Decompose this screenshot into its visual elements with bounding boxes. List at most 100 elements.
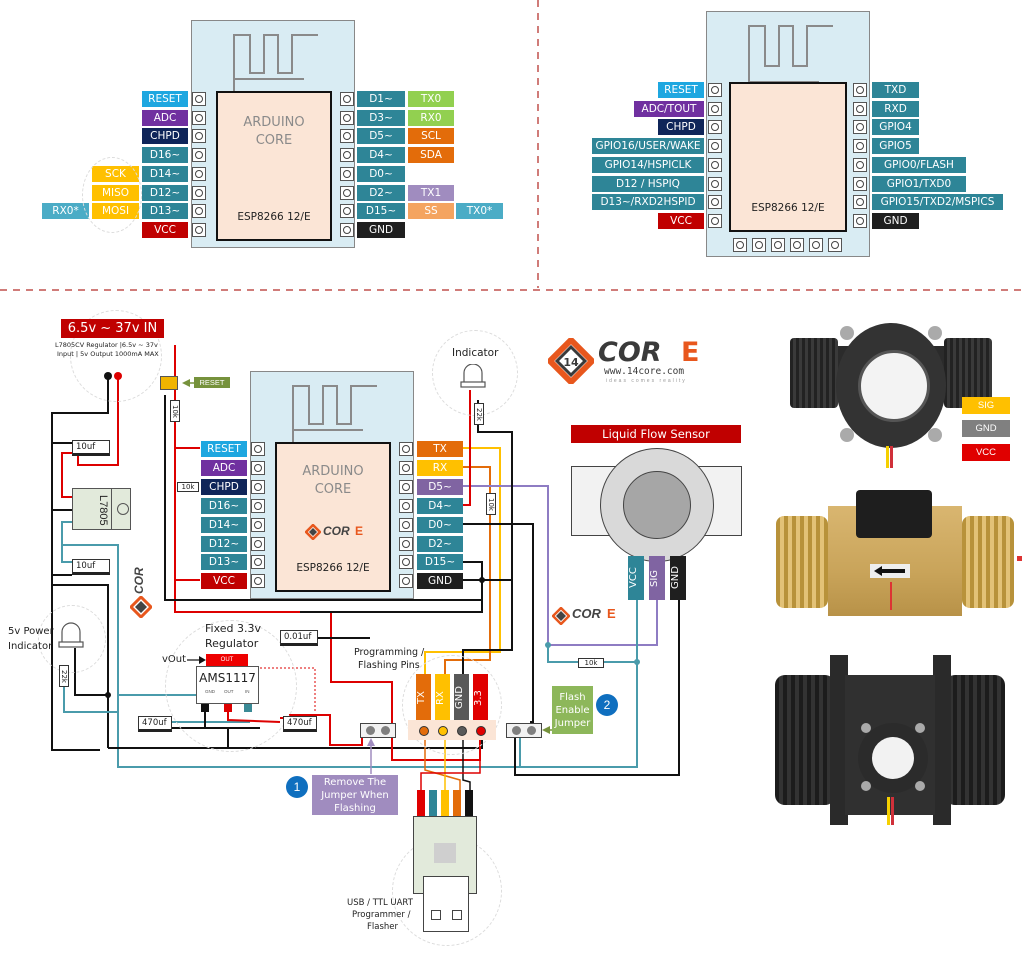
pin-pad	[340, 222, 354, 237]
pin-label: VCC	[142, 221, 188, 238]
pin-label: GPIO0/FLASH	[872, 156, 966, 173]
pin-pad	[853, 101, 867, 116]
pin-label: D12~	[201, 535, 247, 552]
pin-label: RESET	[201, 441, 247, 457]
reg-pin-gnd	[201, 704, 209, 712]
note-badge-2: 2	[596, 694, 618, 716]
pin-label: D15~	[417, 554, 463, 571]
jumper-1[interactable]	[360, 723, 396, 738]
pin-label: GPIO1/TXD0	[872, 175, 966, 192]
reg33-title-line2: Regulator	[205, 637, 259, 650]
pin-label: GND	[417, 573, 463, 590]
pin-pad	[251, 479, 265, 494]
pin-pad	[708, 120, 722, 135]
gnd-terminal	[104, 372, 112, 380]
pin-alt-label: RX0	[408, 109, 454, 126]
esp-module-top-right: ESP8266 12/E	[706, 11, 870, 257]
pin-pad	[853, 213, 867, 228]
antenna-trace-icon	[748, 25, 833, 84]
pin-label: D13~	[201, 554, 247, 571]
resistor-reset-pullup: 10k	[170, 400, 180, 422]
header-pin-label: RX	[435, 691, 446, 705]
pin-label: D2~	[357, 184, 405, 201]
pin-pad	[340, 166, 354, 181]
resistor-indicator: 22k	[474, 403, 484, 425]
pin-label: D14~	[201, 516, 247, 533]
pin-alt-label: RX0*	[42, 203, 89, 220]
pin-pad	[708, 195, 722, 210]
pin-label: TXD	[872, 82, 919, 98]
l7805-label: L7805	[97, 494, 109, 526]
capacitor-001uf: 0.01uf	[280, 630, 318, 646]
logo-small-vertical: COR	[130, 550, 152, 618]
halo	[82, 157, 142, 233]
indicator-label: Indicator	[452, 347, 499, 359]
pin-pad	[708, 139, 722, 154]
logo-text-e: E	[681, 337, 700, 368]
pin-label: D13~/RXD2HSPID	[592, 194, 704, 211]
note-1-box: Remove The Jumper When Flashing	[312, 775, 398, 815]
pin-label: D1~	[357, 91, 405, 107]
pin-label: D12~	[142, 184, 188, 201]
logo-mark-icon: 14	[548, 338, 594, 384]
pin-pad	[399, 460, 413, 475]
pin-pad	[251, 442, 265, 456]
pin-pad	[399, 555, 413, 570]
reset-button[interactable]	[160, 376, 178, 390]
pin-alt-label: SS	[408, 203, 454, 220]
pin-pad-bottom	[828, 238, 842, 252]
header-pin-3-3[interactable]: 3.3	[473, 674, 488, 720]
brand-logo: 14 COR E www.14core.com ideas comes real…	[548, 336, 718, 386]
pin-label: D2~	[417, 535, 463, 552]
pin-pad	[251, 498, 265, 513]
note-1-line3: Flashing	[334, 803, 376, 814]
pin-pad	[340, 92, 354, 106]
pin-pad	[853, 83, 867, 97]
pin-label: CHPD	[658, 119, 704, 136]
pin-pad	[251, 460, 265, 475]
usb-label-line1: USB / TTL UART	[347, 898, 413, 908]
power-input-note-line1: L7805CV Regulator |6.5v ~ 37v	[55, 341, 158, 349]
pin-pad	[340, 110, 354, 125]
header-pin-tx[interactable]: TX	[416, 674, 431, 720]
pin-label: GPIO5	[872, 138, 919, 155]
pin-label: D0~	[417, 516, 463, 533]
pin-pad	[251, 555, 265, 570]
jumper-2-flash-enable[interactable]	[506, 723, 542, 738]
pin-pad	[340, 185, 354, 200]
pin-label: ADC/TOUT	[634, 100, 704, 117]
header-pin-rx[interactable]: RX	[435, 674, 450, 720]
pin-pad-bottom	[790, 238, 804, 252]
pin-pad	[399, 517, 413, 532]
capacitor-10uf-top: 10uf	[72, 440, 110, 456]
chip-label: ESP8266 12/E	[751, 202, 825, 214]
logo-text-e: E	[607, 606, 616, 621]
pin-pad	[399, 574, 413, 589]
pin-pad	[853, 176, 867, 191]
photo-flow-sensor-large	[775, 645, 1005, 835]
power-led-label-line2: Indicator	[8, 641, 53, 652]
pin-label: GPIO16/USER/WAKE	[592, 138, 704, 155]
pin-pad-bottom	[809, 238, 823, 252]
capacitor-470uf-right: 470uf	[283, 716, 317, 732]
usb-plug	[423, 876, 469, 932]
note-2-box: Flash Enable Jumper	[552, 686, 593, 734]
arrow-left-icon	[182, 379, 194, 387]
esp-module-main: ARDUINO CORE COR E ESP8266 12/E	[250, 371, 414, 599]
pin-pad	[192, 148, 206, 163]
l7805-regulator: L7805	[72, 488, 131, 530]
pin-pad	[192, 204, 206, 219]
photo-legend-sig: SIG	[962, 397, 1010, 414]
power-input-note-line2: Input | 5v Output 1000mA MAX	[57, 350, 159, 358]
pin-pad	[251, 517, 265, 532]
header-pin-gnd[interactable]: GND	[454, 674, 469, 720]
note-badge-1: 1	[286, 776, 308, 798]
pin-label: D14~	[142, 165, 188, 182]
pin-label: ADC	[201, 459, 247, 476]
pin-pad	[708, 176, 722, 191]
wire-sensor-gnd	[514, 600, 680, 776]
pin-pad	[708, 213, 722, 228]
pin-label: GND	[357, 221, 405, 238]
pin-label: D15~	[357, 203, 405, 220]
pin-label: CHPD	[201, 478, 247, 495]
